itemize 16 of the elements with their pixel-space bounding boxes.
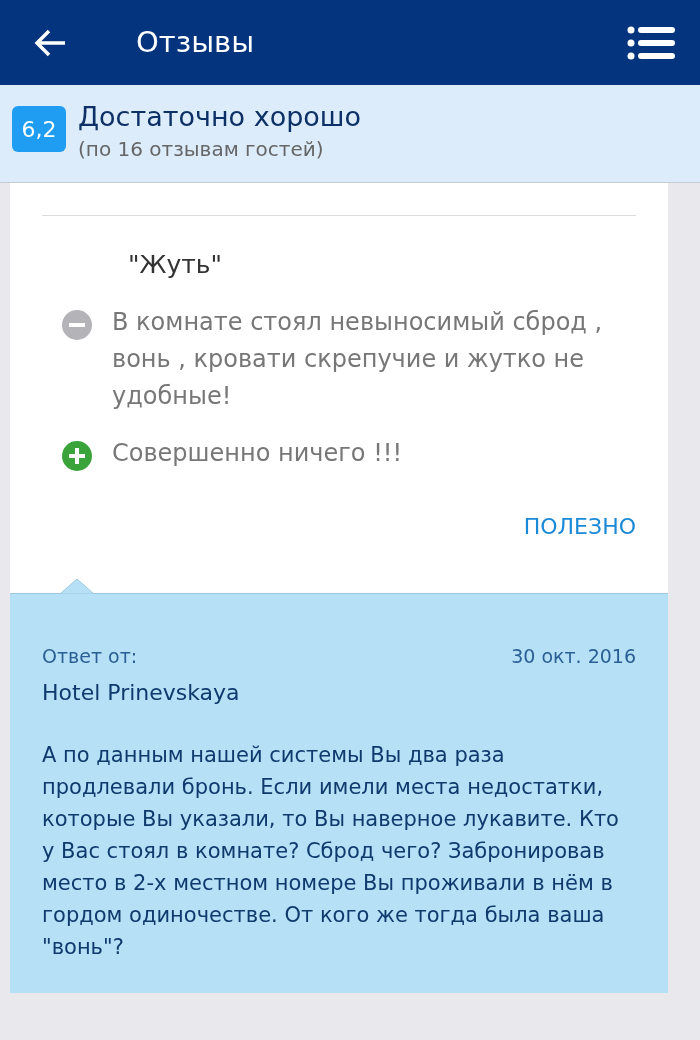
reply-date: 30 окт. 2016: [511, 643, 636, 669]
screen-title: Отзывы: [136, 23, 255, 61]
review-count: (по 16 отзывам гостей): [78, 136, 325, 163]
plus-icon: [62, 440, 92, 471]
reply-text: А по данным нашей системы Вы два раза продлевали бронь. Если имели места недостатки, которые Вы указали, то Вы наверное лукавите. Кто у Вас стоял в комнате? Сброд чего? Забронировав место в 2-х местном номере Вы проживали в нём в гордом одиночестве. От кого же тогда была ваша "вонь"?: [42, 742, 620, 961]
helpful-button[interactable]: ПОЛЕЗНО: [523, 509, 636, 543]
review-title: "Жуть": [128, 249, 224, 281]
minus-icon: [62, 309, 92, 340]
review-text: Совершенно ничего !!!: [112, 437, 403, 469]
reply-author: Hotel Prinevskaya: [42, 679, 241, 707]
score-badge: 6,2: [12, 106, 66, 152]
menu-icon: [627, 25, 675, 60]
back-arrow-icon: [33, 27, 67, 58]
rating-label: Достаточно хорошо: [78, 100, 362, 134]
review-text: В комнате стоял невыносимый сброд , вонь , кровати скрепучие и жутко не удобные!: [112, 306, 604, 412]
reply-label: Ответ от:: [42, 643, 138, 669]
